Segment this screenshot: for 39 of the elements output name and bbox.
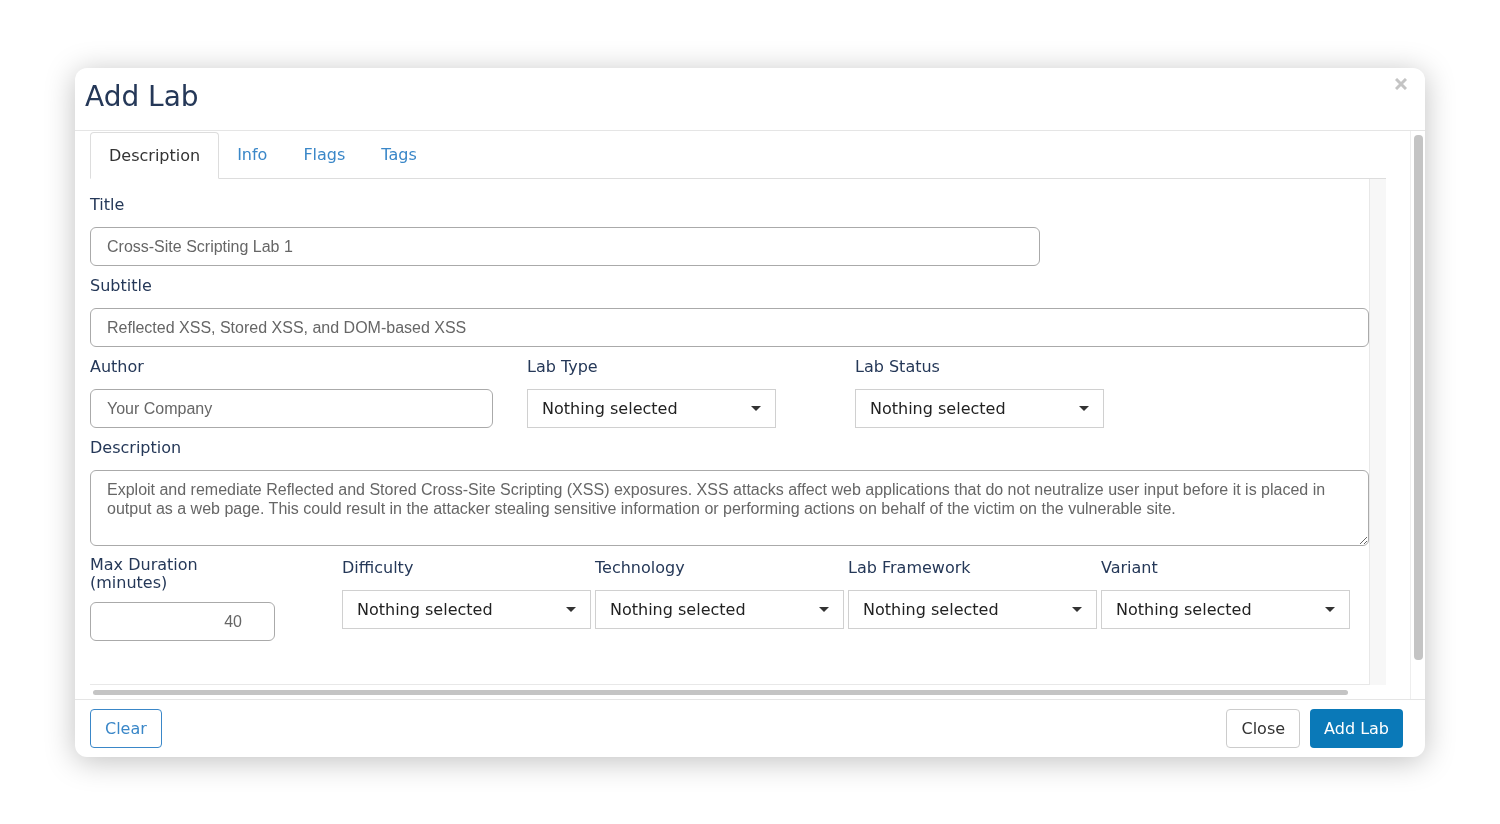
tab[interactable]: Info	[219, 132, 286, 178]
field-label: Difficulty	[342, 557, 415, 579]
dialog-title: Add Lab	[85, 79, 199, 115]
field-label: Lab Type	[527, 356, 599, 378]
field-label: Lab Framework	[848, 557, 972, 579]
field-label: Description	[90, 437, 183, 459]
field-label: Subtitle	[90, 275, 153, 297]
input-field[interactable]: Cross-Site Scripting Lab 1	[90, 227, 1040, 266]
caret-icon	[566, 606, 576, 613]
caret-icon	[1325, 606, 1335, 613]
input-field[interactable]: Your Company	[90, 389, 493, 428]
field-label: Variant	[1101, 557, 1159, 579]
close-button[interactable]: Close	[1226, 709, 1301, 748]
field-label: Author	[90, 356, 145, 378]
close-icon[interactable]	[1395, 78, 1407, 90]
tab[interactable]: Tags	[363, 132, 435, 178]
field-label: Technology	[595, 557, 686, 579]
add-lab-button[interactable]: Add Lab	[1310, 709, 1403, 748]
caret-icon	[1079, 405, 1089, 412]
vertical-scrollbar[interactable]	[1413, 135, 1423, 660]
select-dropdown[interactable]: Nothing selected	[848, 590, 1097, 629]
clear-button[interactable]: Clear	[90, 709, 162, 748]
horizontal-scrollbar[interactable]	[93, 689, 1348, 695]
select-dropdown[interactable]: Nothing selected	[855, 389, 1104, 428]
select-dropdown[interactable]: Nothing selected	[527, 389, 776, 428]
input-field[interactable]: 40	[90, 602, 275, 641]
select-dropdown[interactable]: Nothing selected	[595, 590, 844, 629]
caret-icon	[751, 405, 761, 412]
field-label: Max Duration (minutes)	[90, 556, 199, 592]
field-label: Lab Status	[855, 356, 941, 378]
field-label: Title	[90, 194, 126, 216]
tab[interactable]: Description	[90, 132, 220, 179]
caret-icon	[1072, 606, 1082, 613]
description-textarea[interactable]: Exploit and remediate Reflected and Stored Cross-Site Scripting (XSS) exposures. XSS attacks affect web applications that do not neutralize user input before it is placed in output as a web page. This could result in the attacker stealing sensitive information or performing actions on behalf of the victim on the vulnerable site.	[90, 470, 1369, 546]
tab[interactable]: Flags	[285, 132, 364, 178]
select-dropdown[interactable]: Nothing selected	[1101, 590, 1350, 629]
select-dropdown[interactable]: Nothing selected	[342, 590, 591, 629]
caret-icon	[819, 606, 829, 613]
input-field[interactable]: Reflected XSS, Stored XSS, and DOM-based XSS	[90, 308, 1369, 347]
